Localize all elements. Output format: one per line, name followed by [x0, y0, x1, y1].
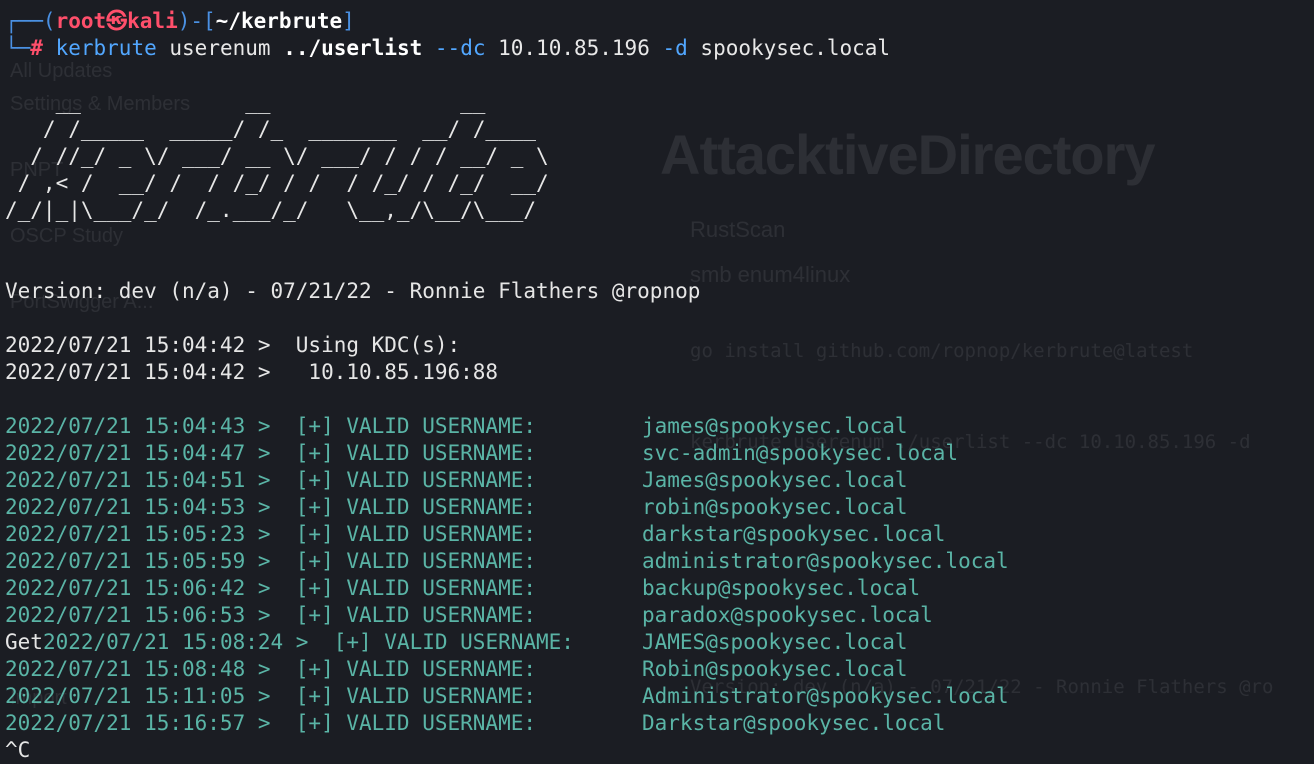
valid-username-row: 2022/07/21 15:04:51 > [+] VALID USERNAME… — [5, 467, 908, 494]
command-ip: 10.10.85.196 — [498, 36, 650, 60]
row-username: darkstar@spookysec.local — [642, 522, 946, 546]
row-timestamp-status: 2022/07/21 15:16:57 > [+] VALID USERNAME… — [5, 711, 537, 735]
row-username: james@spookysec.local — [642, 414, 908, 438]
row-username: Robin@spookysec.local — [642, 657, 908, 681]
row-username: svc-admin@spookysec.local — [642, 441, 959, 465]
row-username: JAMES@spookysec.local — [642, 630, 908, 654]
prompt-bracket: ] — [342, 9, 355, 33]
kdc-line: 2022/07/21 15:04:42 > 10.10.85.196:88 — [5, 360, 499, 384]
row-timestamp-status: 2022/07/21 15:05:23 > [+] VALID USERNAME… — [5, 522, 537, 546]
valid-username-row: 2022/07/21 15:08:48 > [+] VALID USERNAME… — [5, 656, 908, 683]
valid-username-row: 2022/07/21 15:06:53 > [+] VALID USERNAME… — [5, 602, 933, 629]
kerbrute-ascii-banner: __ __ __ / /_____ _____/ /_ _______ __/ … — [5, 89, 890, 224]
row-timestamp-status: 2022/07/21 15:08:48 > [+] VALID USERNAME… — [5, 657, 537, 681]
row-timestamp-status: 2022/07/21 15:06:53 > [+] VALID USERNAME… — [5, 603, 537, 627]
command-domain: spookysec.local — [700, 36, 891, 60]
banner-line: / ,< / __/ / / /_/ / / / /_/ / /_/ __/ — [5, 171, 549, 195]
prompt-bracket: )-[ — [177, 9, 216, 33]
command-subcommand: userenum — [156, 36, 284, 60]
row-username: Administrator@spookysec.local — [642, 684, 1009, 708]
valid-username-row: Get2022/07/21 15:08:24 > [+] VALID USERN… — [5, 629, 908, 656]
command-line: └─# kerbrute userenum ../userlist --dc 1… — [5, 35, 890, 62]
row-timestamp-status: 2022/07/21 15:11:05 > [+] VALID USERNAME… — [5, 684, 537, 708]
row-username: robin@spookysec.local — [642, 495, 908, 519]
valid-username-row: 2022/07/21 15:16:57 > [+] VALID USERNAME… — [5, 710, 945, 737]
valid-username-row: 2022/07/21 15:05:23 > [+] VALID USERNAME… — [5, 521, 945, 548]
row-timestamp-status: 2022/07/21 15:04:51 > [+] VALID USERNAME… — [5, 468, 537, 492]
row-username: paradox@spookysec.local — [642, 603, 933, 627]
row-prefix: Get — [5, 630, 43, 654]
banner-line: /_/|_|\___/_/ /_.___/_/ \__,_/\__/\___/ — [5, 198, 549, 222]
prompt-line: ┌──(root㉿kali)-[~/kerbrute] — [5, 8, 890, 35]
command-flag-d: -d — [649, 36, 701, 60]
results-list: 2022/07/21 15:04:43 > [+] VALID USERNAME… — [5, 413, 1009, 737]
valid-username-row: 2022/07/21 15:11:05 > [+] VALID USERNAME… — [5, 683, 1009, 710]
row-timestamp-status: 2022/07/21 15:04:43 > [+] VALID USERNAME… — [5, 414, 537, 438]
row-timestamp-status: 2022/07/21 15:08:24 > [+] VALID USERNAME… — [42, 630, 574, 654]
command-userlist: ../userlist — [283, 36, 423, 60]
interrupt-line: ^C — [5, 738, 31, 762]
row-timestamp-status: 2022/07/21 15:05:59 > [+] VALID USERNAME… — [5, 549, 537, 573]
row-timestamp-status: 2022/07/21 15:04:47 > [+] VALID USERNAME… — [5, 441, 537, 465]
prompt-bracket: ┌──( — [5, 9, 56, 33]
banner-line: / //_/ _ \/ ___/ __ \/ ___/ / / / __/ _ … — [5, 144, 549, 168]
prompt-path: ~/kerbrute — [215, 9, 343, 33]
command-name: kerbrute — [55, 36, 157, 60]
kdc-line: 2022/07/21 15:04:42 > Using KDC(s): — [5, 333, 461, 357]
valid-username-row: 2022/07/21 15:04:47 > [+] VALID USERNAME… — [5, 440, 958, 467]
valid-username-row: 2022/07/21 15:04:53 > [+] VALID USERNAME… — [5, 494, 908, 521]
row-username: backup@spookysec.local — [642, 576, 921, 600]
terminal-output[interactable]: ┌──(root㉿kali)-[~/kerbrute] └─# kerbrute… — [5, 8, 1009, 764]
prompt-corner: └─ — [5, 36, 31, 60]
valid-username-row: 2022/07/21 15:04:43 > [+] VALID USERNAME… — [5, 413, 908, 440]
version-line: Version: dev (n/a) - 07/21/22 - Ronnie F… — [5, 279, 701, 303]
row-username: James@spookysec.local — [642, 468, 908, 492]
banner-line: __ __ __ — [5, 90, 549, 114]
valid-username-row: 2022/07/21 15:06:42 > [+] VALID USERNAME… — [5, 575, 920, 602]
valid-username-row: 2022/07/21 15:05:59 > [+] VALID USERNAME… — [5, 548, 1009, 575]
command-flag-dc: --dc — [422, 36, 499, 60]
row-timestamp-status: 2022/07/21 15:06:42 > [+] VALID USERNAME… — [5, 576, 537, 600]
prompt-user-host: root㉿kali — [55, 9, 178, 33]
row-username: administrator@spookysec.local — [642, 549, 1009, 573]
row-username: Darkstar@spookysec.local — [642, 711, 946, 735]
row-timestamp-status: 2022/07/21 15:04:53 > [+] VALID USERNAME… — [5, 495, 537, 519]
prompt-hash: # — [30, 36, 56, 60]
banner-line: / /_____ _____/ /_ _______ __/ /____ — [5, 117, 549, 141]
